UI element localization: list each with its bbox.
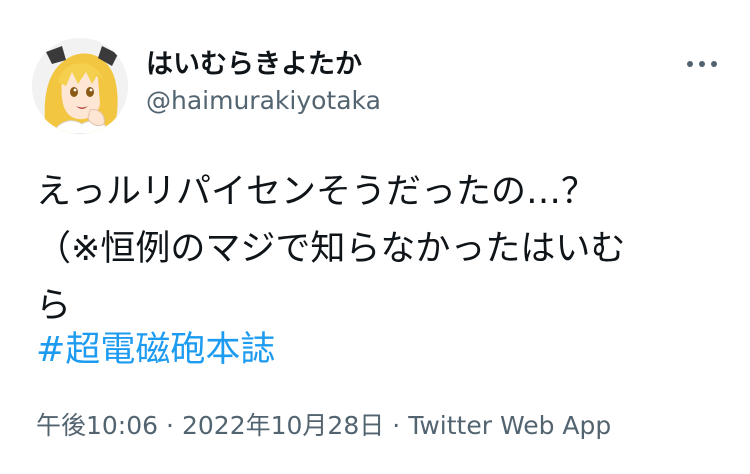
hashtag-link[interactable]: #超電磁砲本誌 xyxy=(36,322,275,379)
tweet-date[interactable]: 2022年10月28日 xyxy=(182,411,384,440)
tweet-card: はいむらきよたか @haimurakiyotaka えっルリパイセンそうだったの… xyxy=(0,0,750,474)
more-horizontal-icon-dot xyxy=(711,61,717,67)
avatar[interactable] xyxy=(32,38,128,134)
meta-separator: · xyxy=(166,411,174,440)
author-display-name[interactable]: はいむらきよたか xyxy=(146,42,362,81)
tweet-text-line: （※恒例のマジで知らなかったはいむ xyxy=(36,229,626,269)
meta-separator: · xyxy=(392,411,401,440)
tweet-metadata: 午後10:06 · 2022年10月28日 · Twitter Web App xyxy=(36,406,611,442)
tweet-time[interactable]: 午後10:06 xyxy=(36,411,158,440)
tweet-text-line: えっルリパイセンそうだったの…？ xyxy=(36,172,597,212)
more-horizontal-icon-dot xyxy=(699,61,705,67)
more-horizontal-icon xyxy=(687,61,693,67)
tweet-source: Twitter Web App xyxy=(408,411,612,440)
avatar-image xyxy=(32,38,128,134)
tweet-text: えっルリパイセンそうだったの…？ （※恒例のマジで知らなかったはいむ ら xyxy=(36,164,726,335)
more-options-button[interactable] xyxy=(680,50,724,78)
author-handle[interactable]: @haimurakiyotaka xyxy=(146,86,381,115)
